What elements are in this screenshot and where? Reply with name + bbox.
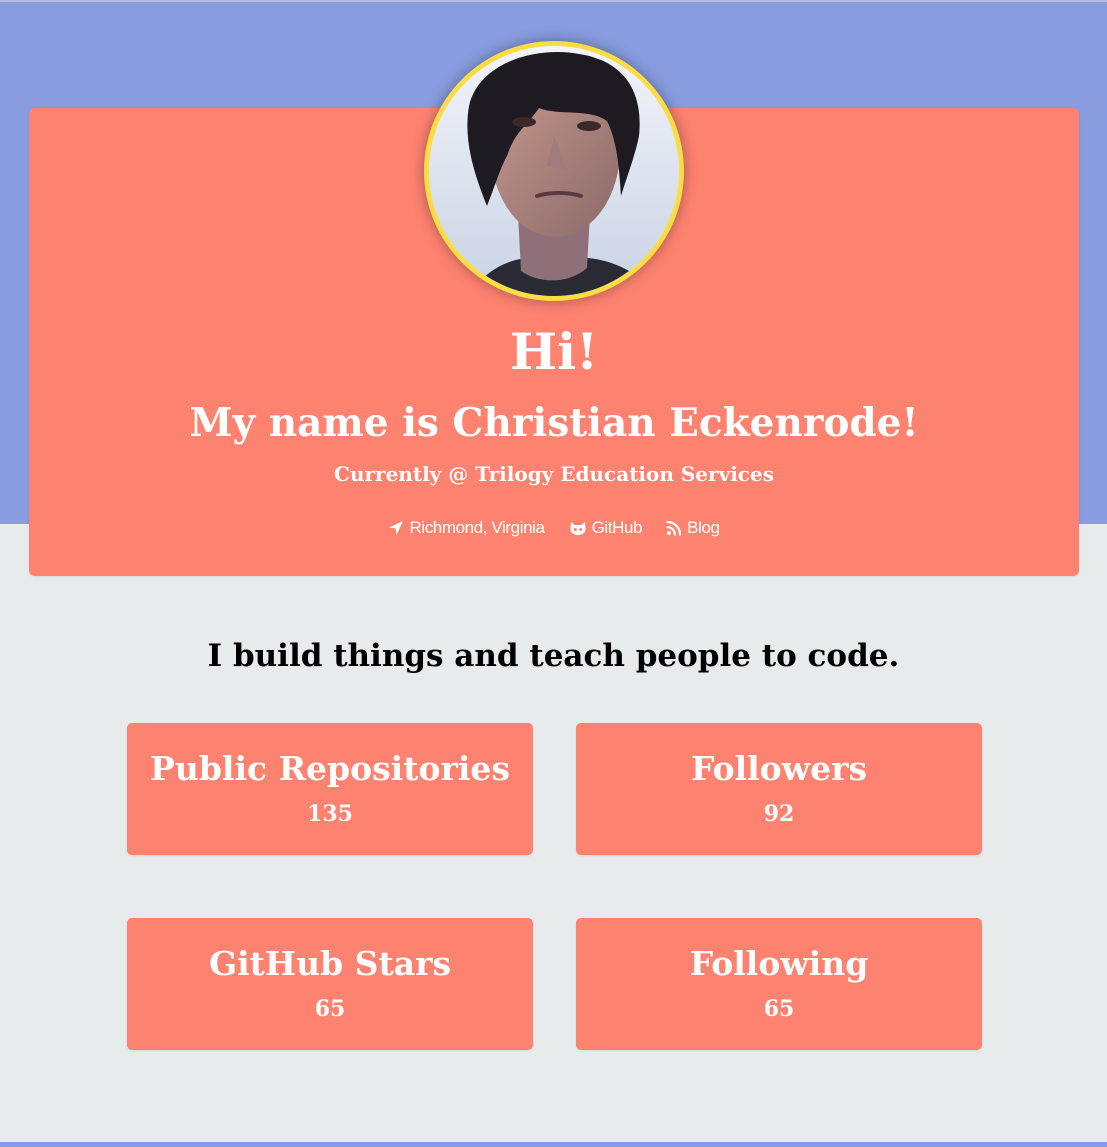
stat-card-followers: Followers 92 bbox=[576, 723, 982, 855]
greeting-heading: Hi! bbox=[509, 322, 599, 381]
stat-value: 92 bbox=[763, 801, 795, 827]
stat-label: Public Repositories bbox=[150, 749, 510, 788]
stat-value: 65 bbox=[763, 996, 795, 1022]
stat-value: 135 bbox=[307, 801, 353, 827]
blog-label: Blog bbox=[687, 518, 720, 537]
location-arrow-icon bbox=[389, 521, 404, 535]
avatar bbox=[429, 46, 679, 296]
name-heading: My name is Christian Eckenrode! bbox=[189, 400, 919, 446]
stat-label: GitHub Stars bbox=[208, 944, 452, 983]
avatar-frame bbox=[424, 41, 684, 301]
blog-link[interactable]: Blog bbox=[666, 516, 720, 540]
tagline: I build things and teach people to code. bbox=[207, 638, 900, 674]
location-label: Richmond, Virginia bbox=[409, 518, 545, 537]
stat-label: Following bbox=[689, 944, 869, 983]
stat-card-following: Following 65 bbox=[576, 918, 982, 1050]
stat-label: Followers bbox=[690, 749, 868, 788]
profile-links: Richmond, Virginia GitHub Blog bbox=[29, 516, 1079, 540]
rss-icon bbox=[666, 520, 682, 536]
company-subheading: Currently @ Trilogy Education Services bbox=[334, 462, 774, 486]
github-label: GitHub bbox=[591, 518, 643, 537]
github-icon bbox=[570, 522, 586, 535]
footer-bar bbox=[0, 1142, 1107, 1147]
location-link[interactable]: Richmond, Virginia bbox=[388, 516, 545, 540]
stat-value: 65 bbox=[314, 996, 346, 1022]
stat-card-public-repositories: Public Repositories 135 bbox=[127, 723, 533, 855]
github-link[interactable]: GitHub bbox=[569, 516, 643, 540]
stat-card-github-stars: GitHub Stars 65 bbox=[127, 918, 533, 1050]
avatar-photo bbox=[429, 46, 679, 296]
